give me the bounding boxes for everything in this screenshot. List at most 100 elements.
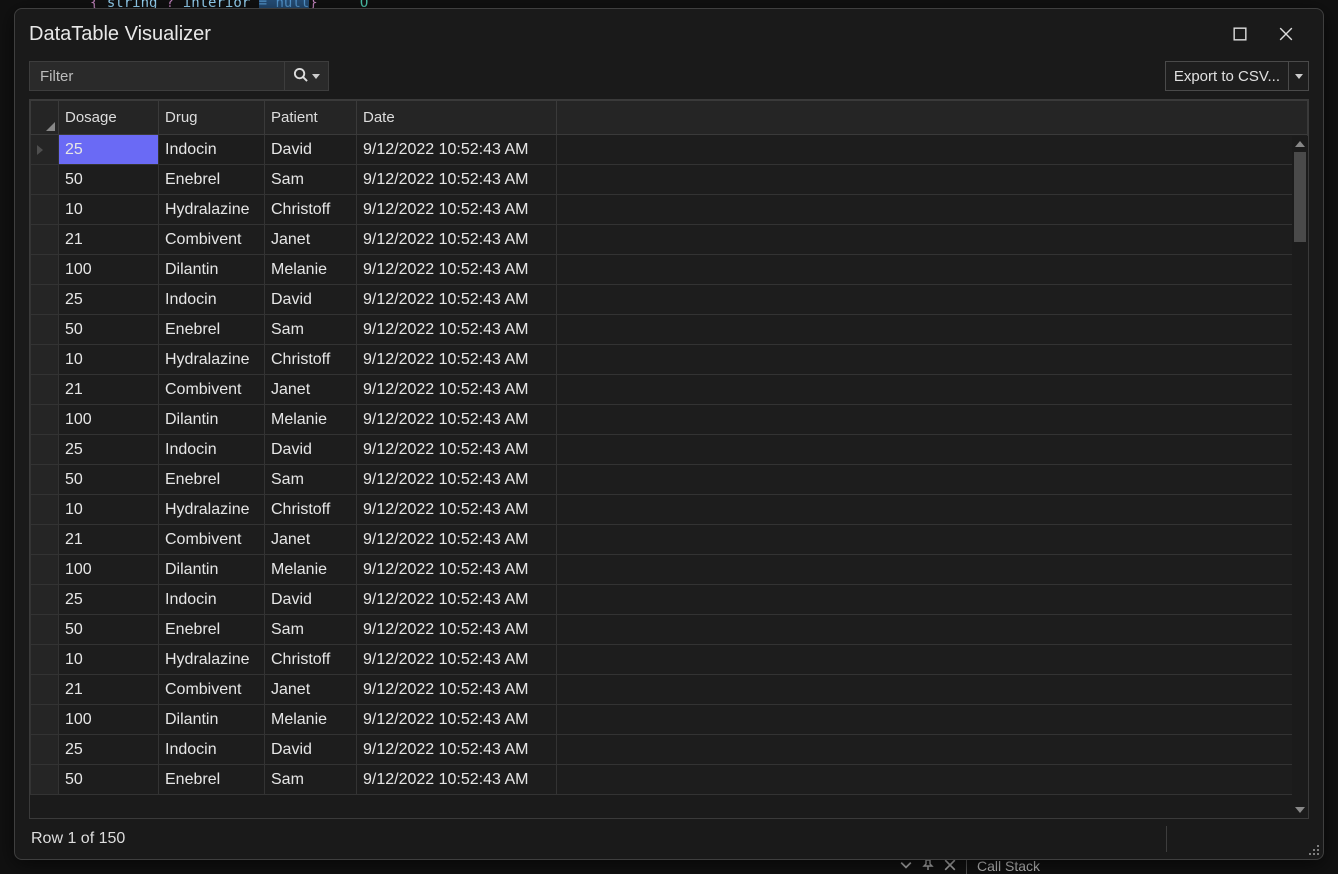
cell-patient[interactable]: Melanie [265, 405, 357, 435]
pin-icon[interactable] [922, 858, 934, 874]
cell-dosage[interactable]: 10 [59, 345, 159, 375]
close-button[interactable] [1263, 16, 1309, 52]
cell-date[interactable]: 9/12/2022 10:52:43 AM [357, 705, 557, 735]
table-row[interactable]: 21CombiventJanet9/12/2022 10:52:43 AM [31, 525, 1308, 555]
select-all-corner[interactable] [31, 101, 59, 135]
cell-date[interactable]: 9/12/2022 10:52:43 AM [357, 255, 557, 285]
scroll-up-button[interactable] [1292, 136, 1308, 152]
cell-dosage[interactable]: 50 [59, 465, 159, 495]
row-header[interactable] [31, 225, 59, 255]
cell-drug[interactable]: Hydralazine [159, 345, 265, 375]
data-grid[interactable]: Dosage Drug Patient Date 25IndocinDavid9… [29, 99, 1309, 819]
cell-drug[interactable]: Enebrel [159, 165, 265, 195]
row-header[interactable] [31, 705, 59, 735]
row-header[interactable] [31, 465, 59, 495]
cell-patient[interactable]: David [265, 285, 357, 315]
cell-dosage[interactable]: 25 [59, 735, 159, 765]
cell-date[interactable]: 9/12/2022 10:52:43 AM [357, 465, 557, 495]
row-header[interactable] [31, 525, 59, 555]
cell-dosage[interactable]: 100 [59, 705, 159, 735]
column-header-dosage[interactable]: Dosage [59, 101, 159, 135]
cell-dosage[interactable]: 10 [59, 495, 159, 525]
table-row[interactable]: 100DilantinMelanie9/12/2022 10:52:43 AM [31, 705, 1308, 735]
cell-drug[interactable]: Hydralazine [159, 495, 265, 525]
column-header-drug[interactable]: Drug [159, 101, 265, 135]
cell-dosage[interactable]: 50 [59, 165, 159, 195]
table-row[interactable]: 50EnebrelSam9/12/2022 10:52:43 AM [31, 765, 1308, 795]
cell-date[interactable]: 9/12/2022 10:52:43 AM [357, 315, 557, 345]
cell-drug[interactable]: Dilantin [159, 705, 265, 735]
export-button[interactable]: Export to CSV... [1165, 61, 1309, 91]
cell-drug[interactable]: Combivent [159, 675, 265, 705]
cell-dosage[interactable]: 50 [59, 315, 159, 345]
cell-date[interactable]: 9/12/2022 10:52:43 AM [357, 615, 557, 645]
row-header[interactable] [31, 195, 59, 225]
table-row[interactable]: 21CombiventJanet9/12/2022 10:52:43 AM [31, 675, 1308, 705]
cell-date[interactable]: 9/12/2022 10:52:43 AM [357, 375, 557, 405]
table-row[interactable]: 25IndocinDavid9/12/2022 10:52:43 AM [31, 135, 1308, 165]
table-row[interactable]: 10HydralazineChristoff9/12/2022 10:52:43… [31, 495, 1308, 525]
row-header[interactable] [31, 375, 59, 405]
table-row[interactable]: 25IndocinDavid9/12/2022 10:52:43 AM [31, 435, 1308, 465]
table-row[interactable]: 10HydralazineChristoff9/12/2022 10:52:43… [31, 195, 1308, 225]
table-row[interactable]: 50EnebrelSam9/12/2022 10:52:43 AM [31, 465, 1308, 495]
cell-dosage[interactable]: 100 [59, 555, 159, 585]
row-header[interactable] [31, 345, 59, 375]
cell-dosage[interactable]: 25 [59, 135, 159, 165]
table-row[interactable]: 50EnebrelSam9/12/2022 10:52:43 AM [31, 315, 1308, 345]
cell-date[interactable]: 9/12/2022 10:52:43 AM [357, 555, 557, 585]
close-icon[interactable] [944, 858, 956, 874]
cell-drug[interactable]: Enebrel [159, 765, 265, 795]
cell-drug[interactable]: Indocin [159, 735, 265, 765]
cell-drug[interactable]: Combivent [159, 375, 265, 405]
table-row[interactable]: 50EnebrelSam9/12/2022 10:52:43 AM [31, 615, 1308, 645]
cell-patient[interactable]: Melanie [265, 255, 357, 285]
table-row[interactable]: 10HydralazineChristoff9/12/2022 10:52:43… [31, 345, 1308, 375]
cell-drug[interactable]: Combivent [159, 525, 265, 555]
table-row[interactable]: 50EnebrelSam9/12/2022 10:52:43 AM [31, 165, 1308, 195]
cell-patient[interactable]: Christoff [265, 195, 357, 225]
cell-drug[interactable]: Dilantin [159, 405, 265, 435]
row-header[interactable] [31, 585, 59, 615]
row-header[interactable] [31, 255, 59, 285]
row-header[interactable] [31, 495, 59, 525]
cell-patient[interactable]: Sam [265, 165, 357, 195]
row-header[interactable] [31, 555, 59, 585]
scroll-thumb[interactable] [1294, 152, 1306, 242]
table-row[interactable]: 21CombiventJanet9/12/2022 10:52:43 AM [31, 225, 1308, 255]
cell-patient[interactable]: David [265, 735, 357, 765]
row-header[interactable] [31, 765, 59, 795]
cell-drug[interactable]: Dilantin [159, 255, 265, 285]
filter-input[interactable] [30, 68, 284, 85]
table-row[interactable]: 25IndocinDavid9/12/2022 10:52:43 AM [31, 285, 1308, 315]
cell-dosage[interactable]: 21 [59, 225, 159, 255]
cell-drug[interactable]: Indocin [159, 585, 265, 615]
cell-date[interactable]: 9/12/2022 10:52:43 AM [357, 345, 557, 375]
cell-date[interactable]: 9/12/2022 10:52:43 AM [357, 765, 557, 795]
cell-date[interactable]: 9/12/2022 10:52:43 AM [357, 645, 557, 675]
cell-patient[interactable]: Sam [265, 765, 357, 795]
resize-grip[interactable] [1305, 841, 1319, 855]
cell-patient[interactable]: David [265, 135, 357, 165]
cell-drug[interactable]: Combivent [159, 225, 265, 255]
cell-dosage[interactable]: 25 [59, 285, 159, 315]
table-row[interactable]: 10HydralazineChristoff9/12/2022 10:52:43… [31, 645, 1308, 675]
cell-drug[interactable]: Enebrel [159, 615, 265, 645]
cell-drug[interactable]: Hydralazine [159, 195, 265, 225]
cell-patient[interactable]: Sam [265, 465, 357, 495]
cell-drug[interactable]: Indocin [159, 285, 265, 315]
cell-dosage[interactable]: 25 [59, 585, 159, 615]
cell-patient[interactable]: Janet [265, 225, 357, 255]
cell-dosage[interactable]: 21 [59, 375, 159, 405]
cell-date[interactable]: 9/12/2022 10:52:43 AM [357, 585, 557, 615]
cell-patient[interactable]: Janet [265, 375, 357, 405]
cell-dosage[interactable]: 10 [59, 645, 159, 675]
cell-dosage[interactable]: 21 [59, 675, 159, 705]
cell-patient[interactable]: Sam [265, 615, 357, 645]
cell-drug[interactable]: Indocin [159, 435, 265, 465]
cell-patient[interactable]: David [265, 585, 357, 615]
cell-patient[interactable]: Sam [265, 315, 357, 345]
filter-search-button[interactable] [284, 62, 328, 90]
cell-dosage[interactable]: 50 [59, 765, 159, 795]
cell-patient[interactable]: Christoff [265, 345, 357, 375]
